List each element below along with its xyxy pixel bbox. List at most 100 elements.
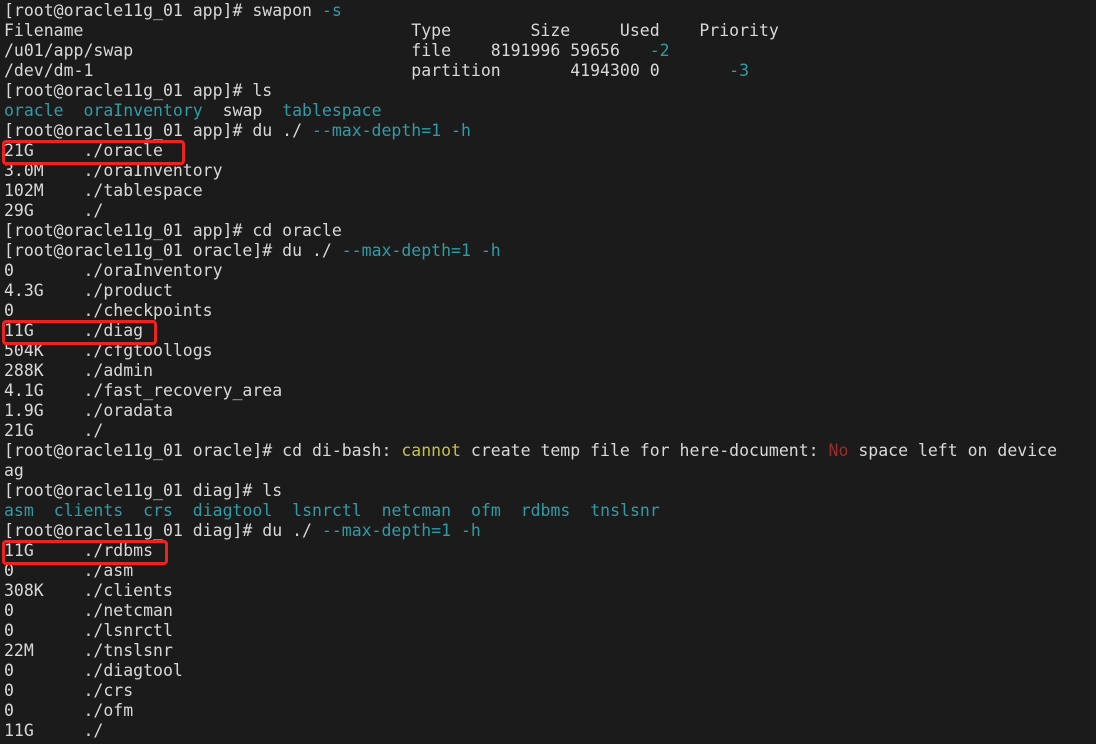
terminal-line: 0 ./netcman <box>4 601 1096 621</box>
terminal-text-segment: 1.9G ./oradata <box>4 401 173 420</box>
terminal-line: [root@oracle11g_01 app]# du ./ --max-dep… <box>4 121 1096 141</box>
terminal-text-segment: /dev/dm-1 partition 4194300 0 <box>4 61 730 80</box>
terminal-text-segment: --max-depth=1 -h <box>311 121 471 140</box>
terminal-text-segment: 29G ./ <box>4 201 104 220</box>
terminal-text-segment: netcman <box>381 501 452 520</box>
terminal-text-segment: --max-depth=1 -h <box>341 241 501 260</box>
terminal-text-segment: 21G ./ <box>4 421 104 440</box>
terminal-text-segment: 11G ./rdbms <box>4 541 154 560</box>
terminal-line: [root@oracle11g_01 app]# ls <box>4 81 1096 101</box>
terminal-line: 0 ./diagtool <box>4 661 1096 681</box>
terminal-line: 504K ./cfgtoollogs <box>4 341 1096 361</box>
terminal-text-segment: Filename Type Size Used Priority <box>4 21 779 40</box>
terminal-line: Filename Type Size Used Priority <box>4 21 1096 41</box>
terminal-text-segment: oracle <box>4 101 64 120</box>
terminal-text-segment: [root@oracle11g_01 diag]# du ./ <box>4 521 322 540</box>
terminal-text-segment: cannot <box>401 441 461 460</box>
terminal-line: [root@oracle11g_01 oracle]# du ./ --max-… <box>4 241 1096 261</box>
terminal-line: 4.3G ./product <box>4 281 1096 301</box>
terminal-text-segment: 4.3G ./product <box>4 281 173 300</box>
terminal-text-segment: 0 ./lsnrctl <box>4 621 173 640</box>
terminal-text-segment: 0 ./oraInventory <box>4 261 223 280</box>
terminal-window[interactable]: [root@oracle11g_01 app]# swapon -s Filena… <box>0 0 1096 744</box>
terminal-text-segment: [root@oracle11g_01 oracle]# cd di-bash: <box>4 441 402 460</box>
terminal-text-segment: 11G ./ <box>4 721 104 740</box>
terminal-line: asm clients crs diagtool lsnrctl netcman… <box>4 501 1096 521</box>
terminal-line: 3.0M ./oraInventory <box>4 161 1096 181</box>
terminal-text-segment: swap <box>202 101 283 120</box>
terminal-text-segment: ofm <box>471 501 501 520</box>
terminal-text-segment: 308K ./clients <box>4 581 173 600</box>
terminal-text-segment: ag <box>4 461 24 480</box>
terminal-text-segment: 22M ./tnslsnr <box>4 641 173 660</box>
terminal-text-segment: 102M ./tablespace <box>4 181 203 200</box>
terminal-text-segment: clients <box>53 501 124 520</box>
terminal-line: /dev/dm-1 partition 4194300 0 -3 <box>4 61 1096 81</box>
terminal-text-segment: space left on device <box>848 441 1058 460</box>
terminal-line: 1.9G ./oradata <box>4 401 1096 421</box>
terminal-text-segment: [root@oracle11g_01 app]# ls <box>4 81 273 100</box>
terminal-line: 22M ./tnslsnr <box>4 641 1096 661</box>
terminal-text-segment: 3.0M ./oraInventory <box>4 161 223 180</box>
terminal-text-segment: [root@oracle11g_01 oracle]# du ./ <box>4 241 342 260</box>
terminal-text-segment: 0 ./asm <box>4 561 134 580</box>
terminal-line: oracle oraInventory swap tablespace <box>4 101 1096 121</box>
terminal-line: 0 ./asm <box>4 561 1096 581</box>
terminal-text-segment: asm <box>4 501 34 520</box>
terminal-text-segment: /u01/app/swap file 8191996 59656 <box>4 41 650 60</box>
terminal-text-segment: 4.1G ./fast_recovery_area <box>4 381 283 400</box>
terminal-text-segment: 0 ./ofm <box>4 701 134 720</box>
terminal-screen[interactable]: [root@oracle11g_01 app]# swapon -s Filena… <box>4 1 1096 741</box>
terminal-text-segment: rdbms <box>520 501 571 520</box>
terminal-line: 0 ./checkpoints <box>4 301 1096 321</box>
terminal-text-segment: tnslsnr <box>590 501 660 520</box>
terminal-text-segment: 0 ./diagtool <box>4 661 183 680</box>
terminal-line: 29G ./ <box>4 201 1096 221</box>
terminal-text-segment: -3 <box>729 61 750 80</box>
terminal-text-segment: 504K ./cfgtoollogs <box>4 341 213 360</box>
terminal-text-segment: crs <box>143 501 173 520</box>
terminal-line: 21G ./oracle <box>4 141 1096 161</box>
terminal-line: 0 ./crs <box>4 681 1096 701</box>
terminal-line: [root@oracle11g_01 diag]# ls <box>4 481 1096 501</box>
terminal-line: 4.1G ./fast_recovery_area <box>4 381 1096 401</box>
terminal-text-segment: 21G ./oracle <box>4 141 163 160</box>
terminal-line: 102M ./tablespace <box>4 181 1096 201</box>
terminal-text-segment: 288K ./admin <box>4 361 154 380</box>
terminal-line: 0 ./ofm <box>4 701 1096 721</box>
terminal-line: 0 ./lsnrctl <box>4 621 1096 641</box>
terminal-text-segment: create temp file for here-document: <box>460 441 829 460</box>
terminal-line: 308K ./clients <box>4 581 1096 601</box>
terminal-text-segment: [root@oracle11g_01 app]# du ./ <box>4 121 312 140</box>
terminal-line: ag <box>4 461 1096 481</box>
terminal-line: [root@oracle11g_01 app]# swapon -s <box>4 1 1096 21</box>
terminal-text-segment: 0 ./checkpoints <box>4 301 213 320</box>
terminal-line: [root@oracle11g_01 oracle]# cd di-bash: … <box>4 441 1096 461</box>
terminal-line: 11G ./rdbms <box>4 541 1096 561</box>
terminal-line: 288K ./admin <box>4 361 1096 381</box>
terminal-text-segment: 0 ./netcman <box>4 601 173 620</box>
terminal-line: [root@oracle11g_01 app]# cd oracle <box>4 221 1096 241</box>
terminal-line: 21G ./ <box>4 421 1096 441</box>
terminal-text-segment: No <box>828 441 849 460</box>
terminal-line: /u01/app/swap file 8191996 59656 -2 <box>4 41 1096 61</box>
terminal-line: 11G ./ <box>4 721 1096 741</box>
terminal-text-segment: tablespace <box>282 101 382 120</box>
terminal-text-segment: --max-depth=1 -h <box>321 521 481 540</box>
terminal-text-segment: [root@oracle11g_01 app]# swapon <box>4 1 322 20</box>
terminal-text-segment: [root@oracle11g_01 app]# cd oracle <box>4 221 342 240</box>
terminal-line: [root@oracle11g_01 diag]# du ./ --max-de… <box>4 521 1096 541</box>
terminal-line: 0 ./oraInventory <box>4 261 1096 281</box>
terminal-text-segment: -2 <box>649 41 670 60</box>
terminal-text-segment: diagtool <box>192 501 273 520</box>
terminal-text-segment: [root@oracle11g_01 diag]# ls <box>4 481 283 500</box>
